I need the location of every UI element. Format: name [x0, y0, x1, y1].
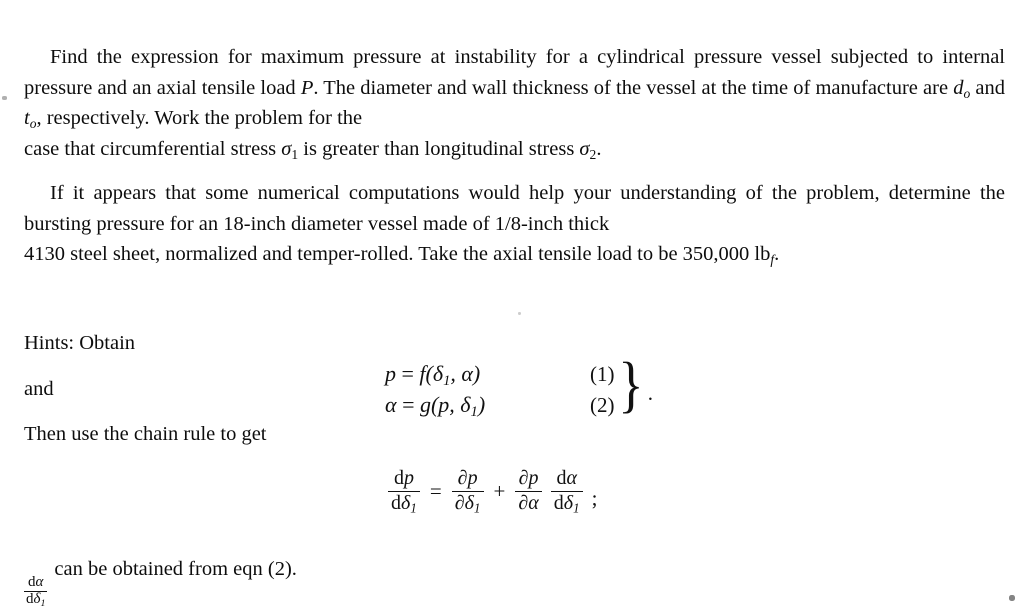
paragraph-2-line-3b: .	[774, 243, 780, 265]
equals-sign: =	[429, 478, 442, 503]
eq2-rhs-subscript: 1	[470, 404, 478, 421]
eq1-relation: =	[396, 361, 420, 386]
paragraph-1-line-4c: .	[596, 137, 602, 160]
paragraph-problem-statement: Find the expression for maximum pressure…	[24, 42, 1005, 164]
document-page: Find the expression for maximum pressure…	[0, 0, 1024, 614]
fraction-numerator: dp	[391, 467, 417, 491]
denominator-differential: d	[553, 491, 564, 514]
eq2-lhs: α	[385, 392, 397, 417]
closing-line-text: can be obtained from eqn (2).	[54, 558, 297, 580]
numerator-partial: ∂	[457, 467, 468, 489]
denominator-subscript: 1	[473, 500, 481, 516]
eq1-lhs: p	[385, 361, 396, 386]
paragraph-1-line-1: Find the expression for maximum pressure…	[50, 46, 822, 68]
eq2-rhs: g(p, δ	[419, 392, 471, 417]
paragraph-1-line-3a: the vessel at the time of manufacture ar…	[616, 76, 954, 99]
numerator-partial: ∂	[518, 467, 529, 489]
numerator-differential: d	[556, 467, 567, 489]
paragraph-2-line-3: 4130 steel sheet, normalized and temper-…	[24, 239, 1005, 270]
fraction-partialp-partialalpha: ∂p ∂α	[515, 467, 542, 515]
symbol-diameter-d: d	[953, 76, 964, 99]
right-curly-brace-glyph: }	[618, 351, 644, 419]
plus-sign: +	[493, 478, 506, 503]
symbol-sigma-1: σ	[281, 137, 292, 160]
symbol-axial-load-P: P	[300, 76, 314, 99]
fraction-denominator: dδ1	[388, 492, 420, 515]
hint-equation-group: p = f(δ1, α) (1) α = g(p, δ1) (2)	[385, 358, 648, 420]
eq1-rhs: f(δ	[419, 361, 444, 386]
paragraph-2-line-3a: 4130 steel sheet, normalized and temper-…	[24, 243, 771, 265]
denominator-differential: d	[26, 591, 34, 608]
paragraph-2-line-1: If it appears that some numerical comput…	[50, 182, 797, 204]
symbol-sigma-2: σ	[579, 137, 590, 160]
denominator-variable: α	[528, 491, 539, 514]
paragraph-1-line-3b: and	[970, 76, 1006, 99]
scan-artifact-speck	[1009, 595, 1015, 601]
scan-artifact-speck	[518, 312, 521, 315]
chain-rule-equation: dp dδ1 = ∂p ∂δ1 + ∂p ∂α dα dδ1 ;	[388, 467, 598, 515]
paragraph-1-line-4b: is greater than longitudinal stress	[298, 137, 580, 160]
numerator-variable: α	[35, 574, 44, 591]
fraction-partialp-partialdelta1: ∂p ∂δ1	[451, 467, 484, 515]
paragraph-1-line-2b: . The diameter and wall thickness of	[313, 76, 611, 99]
hint-equation-1-body: p = f(δ1, α)	[385, 358, 590, 389]
fraction-numerator: dα	[26, 574, 45, 591]
numerator-variable: p	[403, 467, 414, 489]
numerator-variable: α	[566, 467, 577, 489]
denominator-variable: δ	[563, 491, 574, 514]
fraction-denominator: dδ1	[24, 591, 47, 609]
fraction-dalpha-ddelta1: dα dδ1	[550, 467, 583, 515]
fraction-numerator: dα	[553, 467, 580, 491]
denominator-subscript: 1	[573, 500, 580, 516]
denominator-variable: δ	[464, 491, 474, 514]
hint-equation-1: p = f(δ1, α) (1)	[385, 358, 648, 389]
denominator-partial: ∂	[454, 491, 465, 514]
eq2-rhs-tail: )	[477, 392, 486, 417]
fraction-numerator: ∂p	[455, 467, 481, 491]
paragraph-1-line-4: case that circumferential stress σ1 is g…	[24, 134, 1005, 165]
scan-artifact-speck	[2, 96, 7, 100]
paragraph-1-line-4a: case that circumferential stress	[24, 137, 282, 160]
closing-line: dα dδ1 can be obtained from eqn (2).	[24, 556, 297, 608]
fraction-denominator: ∂α	[515, 492, 541, 515]
fraction-numerator: ∂p	[516, 467, 542, 491]
denominator-differential: d	[391, 491, 401, 514]
fraction-denominator: ∂δ1	[452, 492, 484, 515]
hints-label: Hints: Obtain	[24, 332, 136, 354]
fraction-dp-ddelta1: dp dδ1	[388, 467, 420, 515]
numerator-variable: p	[467, 467, 478, 489]
brace-trailing-period: .	[647, 381, 654, 405]
paragraph-numerical-note: If it appears that some numerical comput…	[24, 178, 1005, 270]
fraction-denominator: dδ1	[551, 492, 583, 515]
eq1-rhs-tail: , α)	[450, 361, 481, 386]
numerator-differential: d	[393, 467, 404, 489]
denominator-partial: ∂	[518, 491, 529, 514]
and-label: and	[24, 378, 54, 400]
paragraph-1-line-3c: , respectively. Work the problem for the	[36, 107, 363, 129]
denominator-subscript: 1	[40, 597, 46, 609]
numerator-differential: d	[28, 574, 36, 591]
chain-rule-label: Then use the chain rule to get	[24, 423, 267, 445]
hint-equation-2-body: α = g(p, δ1)	[385, 389, 590, 420]
fraction-dalpha-ddelta1-inline: dα dδ1	[24, 574, 48, 609]
eq2-relation: =	[396, 392, 420, 417]
numerator-variable: p	[528, 467, 539, 489]
equation-terminator-semicolon: ;	[591, 485, 598, 510]
hint-equation-2: α = g(p, δ1) (2)	[385, 389, 648, 420]
denominator-subscript: 1	[410, 500, 417, 516]
denominator-variable: δ	[401, 491, 411, 514]
equation-group-brace: } .	[616, 352, 653, 418]
